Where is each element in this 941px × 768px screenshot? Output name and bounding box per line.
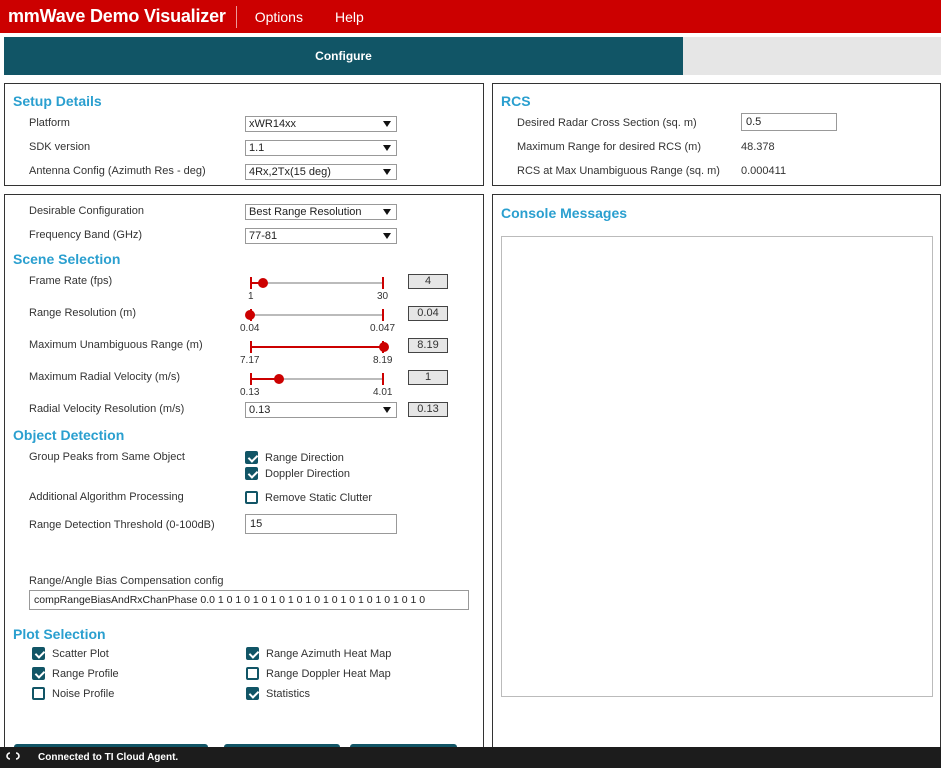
- rcs-desired-input[interactable]: 0.5: [741, 113, 837, 131]
- range-direction-label: Range Direction: [265, 452, 344, 464]
- frequency-band-value: 77-81: [249, 230, 278, 242]
- slider-thumb[interactable]: [258, 278, 268, 288]
- platform-value: xWR14xx: [249, 118, 297, 130]
- scene-selection-title: Scene Selection: [13, 251, 121, 267]
- antenna-select[interactable]: 4Rx,2Tx(15 deg): [245, 164, 397, 180]
- object-detection-title: Object Detection: [13, 427, 125, 443]
- doppler-direction-label: Doppler Direction: [265, 468, 350, 480]
- range-azimuth-heatmap-checkbox[interactable]: [246, 647, 259, 660]
- max-unamb-range-max: 8.19: [373, 355, 393, 366]
- frame-rate-value: 4: [408, 274, 448, 289]
- velocity-resolution-value: 0.13: [408, 402, 448, 417]
- header-divider: [235, 5, 237, 28]
- frame-rate-min: 1: [248, 291, 254, 302]
- chevron-down-icon: [383, 145, 391, 151]
- range-threshold-input[interactable]: 15: [245, 514, 397, 534]
- plot-selection-title: Plot Selection: [13, 626, 106, 642]
- platform-label: Platform: [29, 117, 70, 129]
- chevron-down-icon: [383, 209, 391, 215]
- group-peaks-label: Group Peaks from Same Object: [29, 451, 185, 463]
- range-direction-checkbox[interactable]: [245, 451, 258, 464]
- range-threshold-label: Range Detection Threshold (0-100dB): [29, 519, 215, 531]
- menu-options[interactable]: Options: [255, 9, 303, 25]
- rcs-unamb-label: RCS at Max Unambiguous Range (sq. m): [517, 165, 720, 177]
- platform-select[interactable]: xWR14xx: [245, 116, 397, 132]
- noise-profile-checkbox[interactable]: [32, 687, 45, 700]
- bias-compensation-label: Range/Angle Bias Compensation config: [29, 575, 224, 587]
- slider-thumb[interactable]: [379, 342, 389, 352]
- velocity-resolution-label: Radial Velocity Resolution (m/s): [29, 403, 185, 415]
- sdk-label: SDK version: [29, 141, 91, 153]
- chevron-down-icon: [383, 121, 391, 127]
- max-radial-velocity-min: 0.13: [240, 387, 260, 398]
- chevron-down-icon: [383, 407, 391, 413]
- menu-help[interactable]: Help: [335, 9, 364, 25]
- app-header: mmWave Demo Visualizer Options Help: [0, 0, 941, 33]
- status-bar: Connected to TI Cloud Agent.: [0, 747, 941, 768]
- console-title: Console Messages: [501, 205, 628, 221]
- rcs-title: RCS: [501, 93, 531, 109]
- remove-static-clutter-label: Remove Static Clutter: [265, 492, 372, 504]
- range-resolution-min: 0.04: [240, 323, 260, 334]
- rcs-maxrange-value: 48.378: [741, 141, 775, 153]
- noise-profile-label: Noise Profile: [52, 688, 115, 700]
- max-unamb-range-min: 7.17: [240, 355, 260, 366]
- status-text: Connected to TI Cloud Agent.: [38, 752, 179, 763]
- frame-rate-slider[interactable]: [250, 275, 384, 291]
- tab-bar: Configure: [4, 37, 941, 75]
- frame-rate-label: Frame Rate (fps): [29, 275, 113, 287]
- max-radial-velocity-value: 1: [408, 370, 448, 385]
- range-resolution-max: 0.047: [370, 323, 396, 334]
- max-radial-velocity-slider[interactable]: [250, 371, 384, 387]
- velocity-resolution-select[interactable]: 0.13: [245, 402, 397, 418]
- scatter-plot-label: Scatter Plot: [52, 648, 109, 660]
- frame-rate-max: 30: [377, 291, 389, 302]
- range-doppler-heatmap-label: Range Doppler Heat Map: [266, 668, 391, 680]
- console-messages-area[interactable]: [501, 236, 933, 697]
- velocity-resolution-select-value: 0.13: [249, 404, 271, 416]
- chevron-down-icon: [383, 233, 391, 239]
- chevron-down-icon: [383, 169, 391, 175]
- range-resolution-slider[interactable]: [245, 307, 384, 323]
- bias-compensation-input[interactable]: compRangeBiasAndRxChanPhase 0.0 1 0 1 0 …: [29, 590, 469, 610]
- sdk-select[interactable]: 1.1: [245, 140, 397, 156]
- desirable-config-select[interactable]: Best Range Resolution: [245, 204, 397, 220]
- desirable-config-label: Desirable Configuration: [29, 205, 144, 217]
- statistics-checkbox[interactable]: [246, 687, 259, 700]
- antenna-value: 4Rx,2Tx(15 deg): [249, 166, 331, 178]
- range-resolution-label: Range Resolution (m): [29, 307, 136, 319]
- setup-details-title: Setup Details: [13, 93, 102, 109]
- rcs-maxrange-label: Maximum Range for desired RCS (m): [517, 141, 701, 153]
- desirable-config-value: Best Range Resolution: [249, 206, 362, 218]
- max-radial-velocity-max: 4.01: [373, 387, 393, 398]
- range-azimuth-heatmap-label: Range Azimuth Heat Map: [266, 648, 392, 660]
- max-unamb-range-value: 8.19: [408, 338, 448, 353]
- rcs-unamb-value: 0.000411: [741, 165, 787, 177]
- rcs-desired-label: Desired Radar Cross Section (sq. m): [517, 117, 697, 129]
- statistics-label: Statistics: [266, 688, 311, 700]
- frequency-band-select[interactable]: 77-81: [245, 228, 397, 244]
- sdk-value: 1.1: [249, 142, 265, 154]
- max-radial-velocity-label: Maximum Radial Velocity (m/s): [29, 371, 180, 383]
- slider-thumb[interactable]: [245, 310, 255, 320]
- range-doppler-heatmap-checkbox[interactable]: [246, 667, 259, 680]
- doppler-direction-checkbox[interactable]: [245, 467, 258, 480]
- range-resolution-value: 0.04: [408, 306, 448, 321]
- slider-fill: [250, 346, 384, 348]
- max-unamb-range-label: Maximum Unambiguous Range (m): [29, 339, 203, 351]
- connection-icon[interactable]: [4, 751, 24, 764]
- additional-algo-label: Additional Algorithm Processing: [29, 491, 184, 503]
- antenna-label: Antenna Config (Azimuth Res - deg): [29, 165, 206, 177]
- range-profile-checkbox[interactable]: [32, 667, 45, 680]
- app-title: mmWave Demo Visualizer: [8, 6, 226, 26]
- slider-thumb[interactable]: [274, 374, 284, 384]
- tab-configure[interactable]: Configure: [4, 37, 683, 75]
- range-profile-label: Range Profile: [52, 668, 119, 680]
- max-unamb-range-slider[interactable]: [250, 339, 389, 355]
- scatter-plot-checkbox[interactable]: [32, 647, 45, 660]
- frequency-band-label: Frequency Band (GHz): [29, 229, 143, 241]
- remove-static-clutter-checkbox[interactable]: [245, 491, 258, 504]
